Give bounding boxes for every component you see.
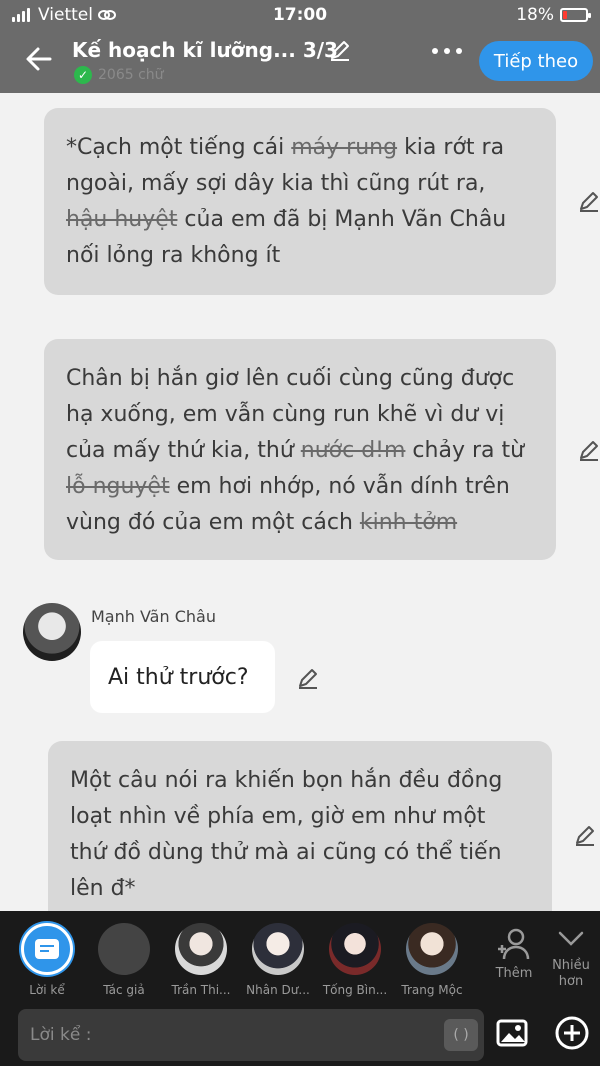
clock: 17:00 bbox=[272, 5, 328, 25]
narration-message[interactable]: Một câu nói ra khiến bọn hắn đều đồng loạ… bbox=[48, 741, 552, 911]
edit-pencil-icon[interactable] bbox=[573, 823, 597, 847]
narration-line: hậu huyệt của em đã bị Mạnh Vãn Châu bbox=[66, 202, 534, 238]
narration-segment: loạt nhìn về phía em, giờ em như một bbox=[70, 804, 486, 829]
bottom-bar: Lời kể Tác giả Trần Thi... Nhân Dư... Tố… bbox=[0, 911, 600, 1066]
edit-title-pencil-icon[interactable] bbox=[328, 38, 352, 62]
censored-text: máy rung bbox=[291, 135, 398, 160]
narration-segment: em hơi nhớp, nó vẫn dính trên bbox=[169, 474, 510, 499]
character-avatar bbox=[175, 923, 227, 975]
narration-segment: lên đ* bbox=[70, 876, 136, 901]
narration-text: Một câu nói ra khiến bọn hắn đều đồng loạ… bbox=[70, 763, 530, 907]
add-character-button[interactable]: Thêm bbox=[492, 927, 536, 982]
character-avatar bbox=[406, 923, 458, 975]
back-arrow-icon[interactable] bbox=[22, 42, 56, 76]
character-author[interactable]: Tác giả bbox=[91, 923, 157, 997]
narration-segment: Một câu nói ra khiến bọn hắn đều đồng bbox=[70, 768, 503, 793]
narration-segment: của em đã bị Mạnh Vãn Châu bbox=[177, 207, 507, 232]
next-button[interactable]: Tiếp theo bbox=[479, 41, 593, 81]
battery-icon bbox=[560, 8, 591, 22]
word-count-label: 2065 chữ bbox=[98, 67, 164, 83]
status-bar: Viettel 17:00 18% bbox=[0, 0, 600, 30]
character-label: Tống Bìn... bbox=[322, 983, 388, 997]
edit-pencil-icon[interactable] bbox=[577, 438, 600, 462]
character-avatar[interactable] bbox=[23, 603, 81, 661]
character-tong-binh[interactable]: Tống Bìn... bbox=[322, 923, 388, 997]
narration-line: nối lỏng ra không ít bbox=[66, 238, 534, 274]
edit-pencil-icon[interactable] bbox=[577, 189, 600, 213]
chat-area[interactable]: *Cạch một tiếng cái máy rung kia rớt ra n… bbox=[0, 93, 600, 911]
character-label: Trần Thi... bbox=[171, 983, 231, 997]
more-characters-label: Nhiều hơn bbox=[552, 958, 590, 989]
add-person-icon bbox=[498, 928, 530, 960]
character-tran-thi[interactable]: Trần Thi... bbox=[168, 923, 234, 997]
narrator-avatar bbox=[21, 923, 73, 975]
message-input[interactable] bbox=[18, 1009, 484, 1061]
narration-line: loạt nhìn về phía em, giờ em như một bbox=[70, 799, 530, 835]
character-label: Trang Mộc bbox=[401, 983, 463, 997]
narration-line: *Cạch một tiếng cái máy rung kia rớt ra bbox=[66, 130, 534, 166]
chevron-down-icon bbox=[558, 931, 584, 946]
narration-line: Chân bị hắn giơ lên cuối cùng cũng được bbox=[66, 361, 534, 397]
character-message-text: Ai thử trước? bbox=[108, 664, 249, 690]
narration-segment: của mấy thứ kia, thứ bbox=[66, 438, 301, 463]
more-options-icon[interactable] bbox=[432, 48, 462, 54]
edit-pencil-icon[interactable] bbox=[296, 666, 320, 690]
censored-text: kinh tởm bbox=[359, 510, 458, 535]
narration-line: thứ đồ dùng thử mà ai cũng có thể tiến bbox=[70, 835, 530, 871]
narration-line: của mấy thứ kia, thứ nước d!m chảy ra từ bbox=[66, 433, 534, 469]
narration-segment: thứ đồ dùng thử mà ai cũng có thể tiến bbox=[70, 840, 502, 865]
composer: ( ) bbox=[0, 1007, 600, 1063]
narration-line: vùng đó của em một cách kinh tởm bbox=[66, 505, 534, 541]
narration-line: Một câu nói ra khiến bọn hắn đều đồng bbox=[70, 763, 530, 799]
action-parentheses-button[interactable]: ( ) bbox=[444, 1019, 478, 1051]
character-trang-moc[interactable]: Trang Mộc bbox=[399, 923, 465, 997]
censored-text: nước d!m bbox=[300, 438, 406, 463]
page-title[interactable]: Kế hoạch kĩ lưỡng... 3/3 bbox=[72, 38, 338, 62]
character-message[interactable]: Ai thử trước? bbox=[90, 641, 275, 713]
narration-segment: nối lỏng ra không ít bbox=[66, 243, 281, 268]
censored-text: lỗ nguyệt bbox=[66, 474, 170, 499]
more-characters-button[interactable]: Nhiều hơn bbox=[549, 927, 593, 990]
narration-line: ngoài, mấy sợi dây kia thì cũng rút ra, bbox=[66, 166, 534, 202]
narration-segment: *Cạch một tiếng cái bbox=[66, 135, 292, 160]
character-avatar bbox=[329, 923, 381, 975]
add-character-label: Thêm bbox=[495, 966, 533, 981]
narration-segment: Chân bị hắn giơ lên cuối cùng cũng được bbox=[66, 366, 515, 391]
narration-line: hạ xuống, em vẫn cùng run khẽ vì dư vị bbox=[66, 397, 534, 433]
narration-message[interactable]: Chân bị hắn giơ lên cuối cùng cũng được h… bbox=[44, 339, 556, 560]
check-icon: ✓ bbox=[74, 66, 92, 84]
censored-text: hậu huyệt bbox=[66, 207, 178, 232]
battery-percent: 18% bbox=[516, 5, 554, 25]
top-bar: Viettel 17:00 18% Kế hoạch kĩ lưỡng... 3… bbox=[0, 0, 600, 93]
add-icon[interactable] bbox=[555, 1016, 589, 1050]
narration-line: lên đ* bbox=[70, 871, 530, 907]
battery: 18% bbox=[516, 5, 591, 25]
chat-bubble-icon bbox=[35, 939, 59, 959]
narration-line: lỗ nguyệt em hơi nhớp, nó vẫn dính trên bbox=[66, 469, 534, 505]
narration-segment: vùng đó của em một cách bbox=[66, 510, 360, 535]
character-nhan-du[interactable]: Nhân Dư... bbox=[245, 923, 311, 997]
author-avatar bbox=[98, 923, 150, 975]
character-label: Nhân Dư... bbox=[246, 983, 310, 997]
character-avatar bbox=[252, 923, 304, 975]
narration-message[interactable]: *Cạch một tiếng cái máy rung kia rớt ra n… bbox=[44, 108, 556, 295]
character-narrator[interactable]: Lời kể bbox=[14, 923, 80, 997]
narration-text: Chân bị hắn giơ lên cuối cùng cũng được h… bbox=[66, 361, 534, 541]
character-name: Mạnh Vãn Châu bbox=[91, 607, 216, 626]
word-count: ✓ 2065 chữ bbox=[74, 66, 164, 84]
image-icon[interactable] bbox=[496, 1017, 528, 1049]
narration-segment: hạ xuống, em vẫn cùng run khẽ vì dư vị bbox=[66, 402, 505, 427]
character-label: Tác giả bbox=[103, 983, 145, 997]
header: Kế hoạch kĩ lưỡng... 3/3 ✓ 2065 chữ Tiếp… bbox=[0, 30, 600, 93]
character-label: Lời kể bbox=[29, 983, 65, 997]
narration-segment: chảy ra từ bbox=[405, 438, 525, 463]
narration-segment: kia rớt ra bbox=[397, 135, 505, 160]
narration-text: *Cạch một tiếng cái máy rung kia rớt ra n… bbox=[66, 130, 534, 274]
narration-segment: ngoài, mấy sợi dây kia thì cũng rút ra, bbox=[66, 171, 486, 196]
character-selector: Lời kể Tác giả Trần Thi... Nhân Dư... Tố… bbox=[0, 911, 600, 1001]
